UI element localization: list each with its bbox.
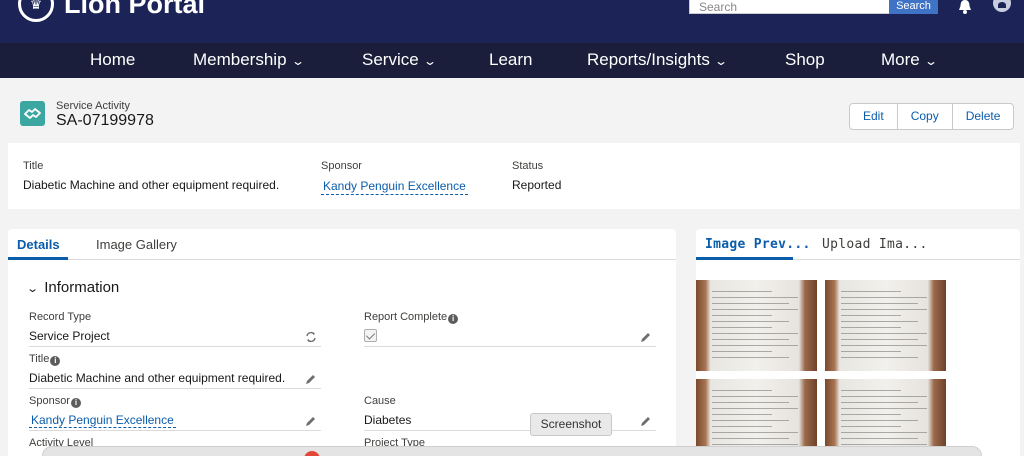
highlight-status-value: Reported	[512, 178, 562, 192]
field-label-text: Report Complete	[364, 311, 448, 323]
record-type-value: Service Project	[29, 329, 110, 343]
nav-item-label: More	[881, 50, 920, 69]
highlights-panel: Title Diabetic Machine and other equipme…	[8, 143, 1020, 209]
lion-logo-icon: ♛	[18, 0, 54, 22]
logo[interactable]: ♛ Lion Portal	[18, 0, 205, 22]
field-value: Service Project	[29, 329, 321, 347]
image-thumbnail[interactable]	[825, 280, 946, 371]
field-value: Kandy Penguin Excellence	[29, 413, 321, 431]
nav-item-membership[interactable]: Membership ⌄	[193, 43, 305, 78]
service-activity-icon	[20, 101, 45, 126]
chevron-down-icon: ⌄	[290, 54, 305, 68]
active-tab-indicator	[8, 257, 68, 260]
tab-upload-image[interactable]: Upload Ima...	[822, 237, 928, 252]
field-sponsor: Sponsor i Kandy Penguin Excellence	[29, 395, 321, 431]
field-label-text: Sponsor	[29, 395, 70, 407]
field-label: Report Complete i	[364, 311, 656, 325]
copy-button[interactable]: Copy	[898, 104, 953, 129]
info-icon[interactable]: i	[448, 314, 459, 324]
field-label: Sponsor i	[29, 395, 321, 409]
tab-image-preview[interactable]: Image Prev...	[705, 237, 811, 252]
nav-item-label: Home	[90, 50, 136, 69]
field-record-type: Record Type Service Project	[29, 311, 321, 347]
pencil-icon[interactable]	[305, 415, 317, 427]
nav-item-more[interactable]: More ⌄	[881, 43, 938, 78]
search-input[interactable]: Search	[689, 0, 889, 14]
search-button[interactable]: Search	[889, 0, 938, 14]
highlight-sponsor-link[interactable]: Kandy Penguin Excellence	[321, 179, 468, 195]
section-title: Information	[44, 279, 120, 296]
edit-button[interactable]: Edit	[850, 104, 898, 129]
image-thumbnail[interactable]	[696, 280, 817, 371]
highlight-title-label: Title	[23, 160, 44, 172]
info-icon[interactable]: i	[50, 356, 61, 366]
field-value: Diabetes	[364, 413, 656, 431]
field-cause: Cause Diabetes	[364, 395, 656, 431]
report-complete-checkbox[interactable]	[364, 329, 377, 342]
chevron-down-icon: ⌄	[26, 283, 40, 295]
section-information[interactable]: ⌄ Information	[26, 279, 120, 296]
image-preview-card: Image Prev... Upload Ima...	[696, 229, 1020, 456]
record-header: Service Activity SA-07199978 Edit Copy D…	[8, 92, 1020, 138]
field-label: Cause	[364, 395, 396, 407]
record-id: SA-07199978	[56, 112, 154, 129]
field-value	[364, 329, 656, 347]
screenshot-tooltip: Screenshot	[530, 413, 612, 436]
nav-item-label: Membership	[193, 50, 287, 69]
bell-icon[interactable]	[957, 0, 973, 14]
field-label: Record Type	[29, 311, 92, 323]
chevron-down-icon: ⌄	[422, 54, 437, 68]
nav-item-reports-insights[interactable]: Reports/Insights ⌄	[587, 43, 728, 78]
logo-text: Lion Portal	[64, 0, 205, 19]
avatar[interactable]	[993, 0, 1011, 12]
record-actions: Edit Copy Delete	[849, 103, 1015, 130]
nav-item-label: Service	[362, 50, 419, 69]
highlight-title: Title Diabetic Machine and other equipme…	[23, 160, 279, 192]
nav-item-shop[interactable]: Shop	[785, 43, 825, 78]
sponsor-link[interactable]: Kandy Penguin Excellence	[29, 413, 176, 428]
chevron-down-icon: ⌄	[713, 54, 728, 68]
top-header: ♛ Lion Portal Search Search	[0, 0, 1024, 43]
record-type-label: Service Activity	[56, 100, 130, 112]
field-label-text: Title	[29, 353, 50, 365]
nav-item-home[interactable]: Home	[90, 43, 135, 78]
pencil-icon[interactable]	[640, 415, 652, 427]
nav-item-label: Reports/Insights	[587, 50, 710, 69]
screenshot-toolbar	[42, 446, 982, 456]
pencil-icon[interactable]	[640, 331, 652, 343]
gallery-tabs: Image Prev... Upload Ima...	[696, 229, 1020, 260]
nav-item-label: Shop	[785, 50, 825, 69]
chevron-down-icon: ⌄	[923, 54, 938, 68]
main-nav: Home Membership ⌄ Service ⌄ Learn Reports/…	[0, 43, 1024, 78]
active-tab-indicator	[696, 257, 793, 260]
details-tabs: Details Image Gallery	[8, 229, 676, 260]
tab-details[interactable]: Details	[17, 237, 60, 252]
delete-button[interactable]: Delete	[953, 104, 1014, 129]
highlight-sponsor: Sponsor Kandy Penguin Excellence	[321, 160, 468, 195]
cause-value: Diabetes	[364, 413, 412, 427]
image-thumbnail[interactable]	[825, 379, 946, 456]
field-label: Title i	[29, 353, 321, 367]
nav-item-label: Learn	[489, 50, 533, 69]
field-report-complete: Report Complete i	[364, 311, 656, 347]
info-icon[interactable]: i	[70, 398, 81, 408]
tab-image-gallery[interactable]: Image Gallery	[96, 237, 177, 252]
image-thumbnail[interactable]	[696, 379, 817, 456]
field-value: Diabetic Machine and other equipment req…	[29, 371, 321, 389]
highlight-status-label: Status	[512, 160, 544, 172]
highlight-sponsor-label: Sponsor	[321, 160, 362, 172]
nav-item-learn[interactable]: Learn	[489, 43, 532, 78]
title-value: Diabetic Machine and other equipment req…	[29, 371, 286, 385]
pencil-icon[interactable]	[305, 373, 317, 385]
change-record-type-icon[interactable]	[305, 331, 317, 343]
highlight-title-value: Diabetic Machine and other equipment req…	[23, 178, 280, 192]
highlight-status: Status Reported	[512, 160, 561, 192]
nav-item-service[interactable]: Service ⌄	[362, 43, 437, 78]
field-title: Title i Diabetic Machine and other equipm…	[29, 353, 321, 389]
